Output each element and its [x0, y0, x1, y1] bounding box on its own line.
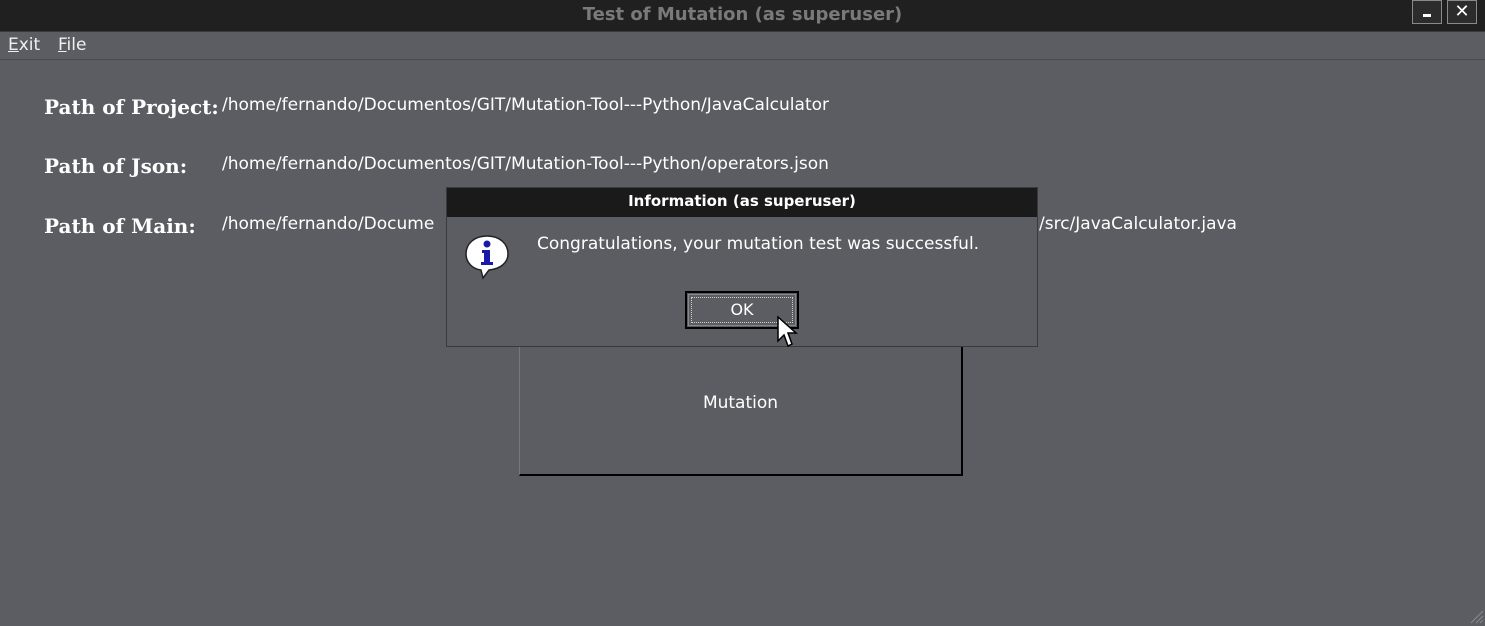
dialog-title: Information (as superuser) — [628, 192, 856, 210]
main-path-value-end: /src/JavaCalculator.java — [1039, 214, 1237, 234]
project-path-label: Path of Project: — [44, 95, 219, 119]
window-titlebar[interactable]: Test of Mutation (as superuser) ✕ — [0, 0, 1485, 32]
close-button[interactable]: ✕ — [1447, 0, 1477, 24]
close-icon: ✕ — [1454, 1, 1470, 22]
window-title: Test of Mutation (as superuser) — [582, 4, 903, 25]
menu-file[interactable]: File — [58, 35, 86, 55]
menu-exit-label: xit — [18, 35, 41, 55]
dialog-titlebar[interactable]: Information (as superuser) — [447, 188, 1037, 217]
menu-exit-mnemonic: E — [8, 35, 19, 55]
mutation-button-label: Mutation — [702, 393, 779, 413]
minimize-button[interactable] — [1412, 0, 1442, 24]
menu-file-mnemonic: F — [58, 35, 67, 55]
menu-exit[interactable]: Exit — [8, 35, 40, 55]
json-path-value: /home/fernando/Documentos/GIT/Mutation-T… — [222, 154, 829, 174]
json-path-label: Path of Json: — [44, 154, 188, 178]
information-dialog: Information (as superuser) Congratulatio… — [446, 187, 1038, 347]
main-path-label: Path of Main: — [44, 214, 196, 238]
project-path-value: /home/fernando/Documentos/GIT/Mutation-T… — [222, 95, 830, 115]
main-window: Test of Mutation (as superuser) ✕ Exit F… — [0, 0, 1485, 626]
menu-file-label: ile — [66, 35, 87, 55]
dialog-message: Congratulations, your mutation test was … — [537, 234, 980, 254]
main-path-value-start: /home/fernando/Docume — [222, 214, 435, 234]
menu-bar: Exit File — [0, 32, 1485, 60]
resize-grip-icon[interactable] — [1466, 606, 1484, 624]
minimize-icon — [1423, 14, 1431, 17]
mutation-button[interactable]: Mutation — [519, 330, 963, 476]
cursor-icon — [777, 315, 798, 348]
info-icon — [465, 235, 509, 280]
